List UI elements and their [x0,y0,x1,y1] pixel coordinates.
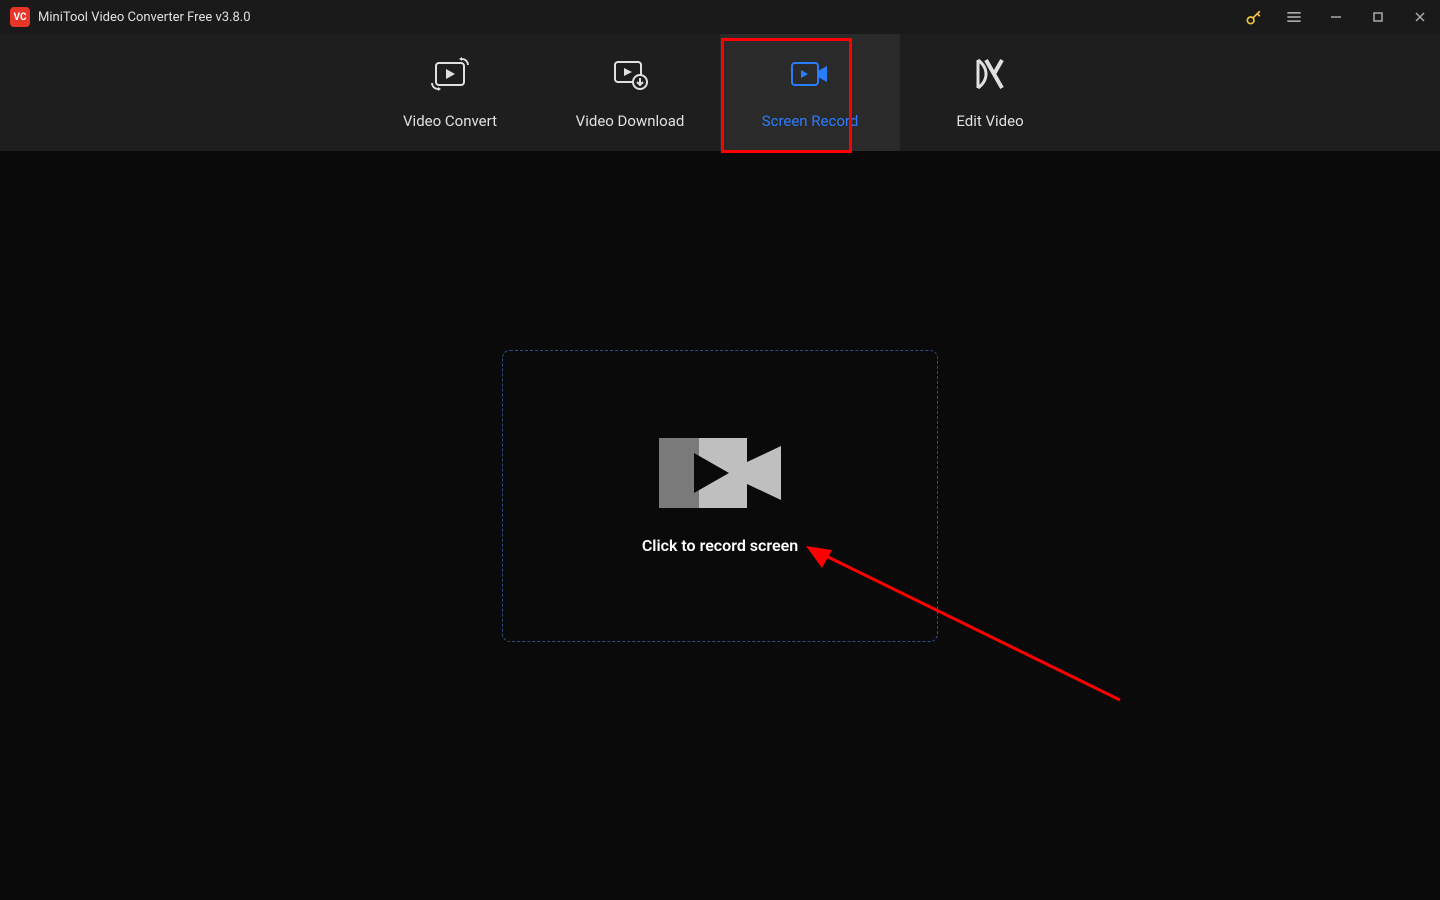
tab-screen-record[interactable]: Screen Record [720,34,900,151]
camera-record-icon [659,438,781,508]
app-icon: VC [10,7,30,27]
tab-edit-video[interactable]: Edit Video [900,34,1080,151]
tab-video-convert[interactable]: Video Convert [360,34,540,151]
main-area: Click to record screen [0,152,1440,900]
tab-video-download[interactable]: Video Download [540,34,720,151]
minimize-button[interactable] [1324,5,1348,29]
tab-label: Video Download [576,112,685,130]
title-bar: VC MiniTool Video Converter Free v3.8.0 [0,0,1440,34]
app-icon-text: VC [13,12,26,23]
record-dropzone[interactable]: Click to record screen [502,350,938,642]
maximize-button[interactable] [1366,5,1390,29]
screen-record-icon [790,56,830,92]
edit-video-icon [972,56,1008,92]
top-nav: Video Convert Video Download Screen Reco… [0,34,1440,152]
key-icon[interactable] [1244,7,1264,27]
close-button[interactable] [1408,5,1432,29]
tab-label: Video Convert [403,112,497,130]
video-convert-icon [430,56,470,92]
tab-label: Screen Record [762,112,859,130]
tab-label: Edit Video [956,112,1023,130]
video-download-icon [610,56,650,92]
title-bar-left: VC MiniTool Video Converter Free v3.8.0 [10,7,251,27]
app-title: MiniTool Video Converter Free v3.8.0 [38,10,251,25]
record-prompt-label: Click to record screen [642,536,798,555]
title-bar-right [1244,5,1432,29]
menu-icon[interactable] [1282,5,1306,29]
